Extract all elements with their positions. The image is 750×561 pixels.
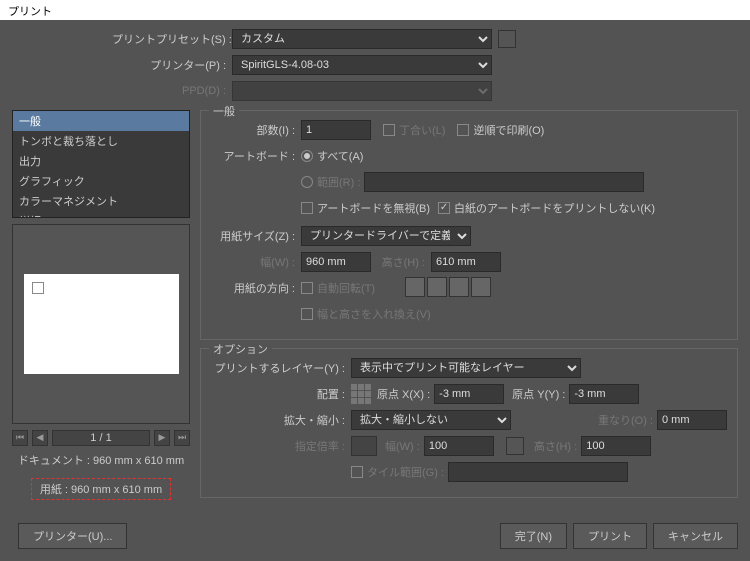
orient-label: 用紙の方向 : [211, 280, 301, 296]
collate-label: 丁合い(L) [399, 122, 445, 138]
artboard-all-label: すべて(A) [317, 148, 363, 164]
origin-x-label: 原点 X(X) : [377, 386, 430, 402]
swap-checkbox [301, 308, 313, 320]
layers-select[interactable]: 表示中でプリント可能なレイヤー [351, 358, 581, 378]
list-item-detail[interactable]: 詳細 [13, 211, 189, 218]
ignore-artboard-label: アートボードを無視(B) [317, 200, 430, 216]
ratio-w-input [424, 436, 494, 456]
tile-input [448, 462, 628, 482]
window-title: プリント [0, 0, 750, 20]
origin-y-label: 原点 Y(Y) : [512, 386, 565, 402]
scale-select[interactable]: 拡大・縮小しない [351, 410, 511, 430]
overlap-label: 重なり(O) : [598, 412, 653, 428]
artboard-range-radio[interactable] [301, 176, 313, 188]
preset-select[interactable]: カスタム [232, 29, 492, 49]
orientation-icons[interactable] [405, 277, 493, 300]
ratio-label: 指定倍率 : [211, 438, 351, 454]
copies-label: 部数(I) : [211, 122, 301, 138]
auto-rotate-label: 自動回転(T) [317, 280, 375, 296]
pager-text: 1 / 1 [52, 430, 150, 446]
pager-prev-icon[interactable]: ◀ [32, 430, 48, 446]
printer-select[interactable]: SpiritGLS-4.08-03 [232, 55, 492, 75]
printer-label: プリンター(P) : [112, 57, 232, 73]
document-size: ドキュメント : 960 mm x 610 mm [12, 452, 190, 468]
range-input [364, 172, 644, 192]
artboard-label: アートボード : [211, 148, 301, 164]
ppd-label: PPD(D) : [112, 85, 232, 97]
cancel-button[interactable]: キャンセル [653, 523, 738, 549]
tile-label: タイル範囲(G) : [367, 464, 444, 480]
done-button[interactable]: 完了(N) [500, 523, 567, 549]
height-input [431, 252, 501, 272]
origin-y-input[interactable] [569, 384, 639, 404]
pager-first-icon[interactable]: ⏮ [12, 430, 28, 446]
copies-input[interactable] [301, 120, 371, 140]
ratio-h-label: 高さ(H) : [534, 438, 577, 454]
pager-next-icon[interactable]: ▶ [154, 430, 170, 446]
paper-size-label: 用紙サイズ(Z) : [211, 228, 301, 244]
ratio-w-label: 幅(W) : [385, 438, 420, 454]
range-label: 範囲(R) : [317, 174, 360, 190]
list-item-output[interactable]: 出力 [13, 151, 189, 171]
origin-x-input[interactable] [434, 384, 504, 404]
scale-label: 拡大・縮小 : [211, 412, 351, 428]
reverse-checkbox[interactable] [457, 124, 469, 136]
print-button[interactable]: プリント [573, 523, 647, 549]
ratio-icon [351, 436, 377, 456]
swap-label: 幅と高さを入れ換え(V) [317, 306, 431, 322]
ignore-artboard-checkbox[interactable] [301, 202, 313, 214]
tile-checkbox [351, 466, 363, 478]
layers-label: プリントするレイヤー(Y) : [211, 360, 351, 376]
pager-last-icon[interactable]: ⏭ [174, 430, 190, 446]
width-input [301, 252, 371, 272]
placement-label: 配置 : [211, 386, 351, 402]
auto-rotate-checkbox [301, 282, 313, 294]
ppd-select [232, 81, 492, 101]
save-preset-icon[interactable] [498, 30, 516, 48]
paper-size-select[interactable]: プリンタードライバーで定義 [301, 226, 471, 246]
collate-checkbox [383, 124, 395, 136]
blank-artboard-checkbox[interactable] [438, 202, 450, 214]
options-title: オプション [209, 341, 272, 357]
list-item-graphic[interactable]: グラフィック [13, 171, 189, 191]
print-preview [12, 224, 190, 424]
general-title: 一般 [209, 103, 239, 119]
placement-grid-icon[interactable] [351, 384, 371, 404]
list-item-general[interactable]: 一般 [13, 111, 189, 131]
reverse-label: 逆順で印刷(O) [473, 122, 544, 138]
link-icon [506, 437, 524, 455]
artboard-all-radio[interactable] [301, 150, 313, 162]
height-label: 高さ(H) : [371, 254, 431, 270]
printer-settings-button[interactable]: プリンター(U)... [18, 523, 127, 549]
width-label: 幅(W) : [211, 254, 301, 270]
ratio-h-input [581, 436, 651, 456]
list-item-marks[interactable]: トンボと裁ち落とし [13, 131, 189, 151]
blank-artboard-label: 白紙のアートボードをプリントしない(K) [454, 200, 655, 216]
section-list[interactable]: 一般 トンボと裁ち落とし 出力 グラフィック カラーマネジメント 詳細 [12, 110, 190, 218]
preset-label: プリントプリセット(S) : [112, 31, 232, 47]
overlap-input [657, 410, 727, 430]
paper-size-info: 用紙 : 960 mm x 610 mm [31, 478, 171, 500]
list-item-color[interactable]: カラーマネジメント [13, 191, 189, 211]
